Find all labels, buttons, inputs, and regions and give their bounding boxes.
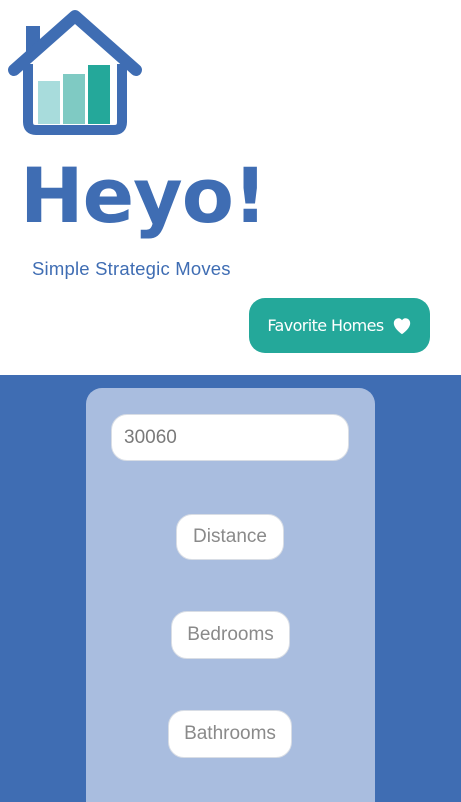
main-section: Distance Bedrooms Bathrooms	[0, 375, 461, 802]
tagline: Simple Strategic Moves	[32, 258, 231, 279]
heart-icon	[393, 317, 410, 334]
favorite-homes-button[interactable]: Favorite Homes	[249, 298, 430, 353]
bathrooms-button[interactable]: Bathrooms	[168, 710, 292, 758]
bedrooms-button[interactable]: Bedrooms	[171, 611, 290, 659]
zip-code-input[interactable]	[111, 414, 349, 461]
header: Heyo! Simple Strategic Moves Favorite Ho…	[0, 0, 461, 375]
favorite-homes-label: Favorite Homes	[267, 316, 384, 335]
distance-button[interactable]: Distance	[176, 514, 284, 560]
app-title: Heyo!	[20, 151, 268, 240]
house-chart-logo-icon	[8, 10, 142, 135]
page: Heyo! Simple Strategic Moves Favorite Ho…	[0, 0, 461, 802]
search-panel: Distance Bedrooms Bathrooms	[86, 388, 375, 802]
